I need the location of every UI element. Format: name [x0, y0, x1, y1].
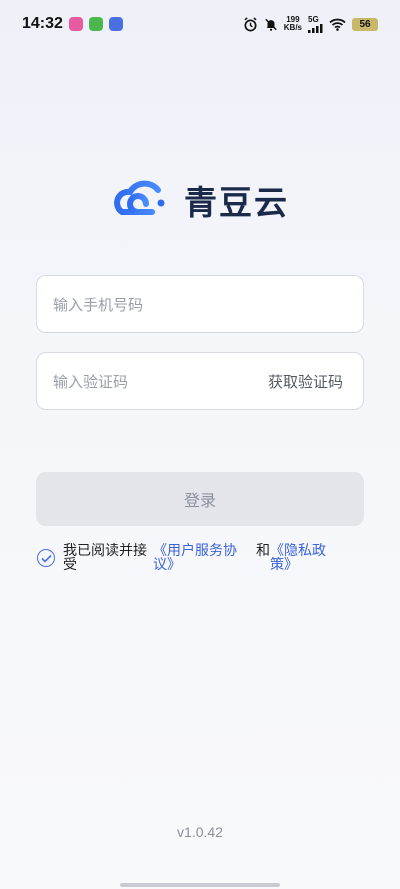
login-button[interactable]: 登录	[36, 472, 364, 526]
mute-bell-icon	[265, 18, 277, 31]
home-indicator[interactable]	[120, 883, 280, 887]
app-notification-icon	[108, 17, 123, 31]
network-speed: 199 KB/s	[284, 16, 302, 32]
agreement-checkbox[interactable]	[37, 549, 55, 567]
verification-code-placeholder: 输入验证码	[53, 372, 129, 391]
status-bar-left: 14:32	[22, 15, 123, 33]
agreement-and: 和	[256, 543, 270, 559]
signal-bars-icon	[308, 23, 323, 33]
app-name: 青豆云	[184, 183, 289, 222]
app-notification-icon	[68, 17, 83, 31]
privacy-policy-link-cont[interactable]: 策》	[270, 558, 298, 572]
get-code-button[interactable]: 获取验证码	[268, 371, 343, 392]
app-version: v1.0.42	[177, 824, 223, 840]
check-icon	[40, 554, 52, 563]
phone-number-field[interactable]: 输入手机号码	[36, 275, 364, 333]
cell-signal: 5G	[308, 14, 323, 33]
agreement-text-line1: 我已阅读并接	[63, 543, 147, 559]
wifi-icon	[329, 18, 346, 31]
cloud-logo-icon	[114, 180, 165, 215]
user-agreement-link-cont[interactable]: 议》	[153, 558, 181, 572]
battery-indicator: 56	[352, 17, 378, 31]
status-bar: 14:32 199 KB/s 5G 56	[0, 0, 400, 48]
privacy-policy-link[interactable]: 《隐私政	[270, 544, 326, 558]
user-agreement-link[interactable]: 《用户服务协	[153, 544, 237, 558]
verification-code-field[interactable]: 输入验证码 获取验证码	[36, 352, 364, 410]
app-notification-icon	[88, 17, 103, 31]
app-logo: 青豆云	[108, 172, 298, 228]
network-type: 5G	[308, 14, 319, 24]
network-speed-unit: KB/s	[283, 23, 302, 32]
status-bar-right: 199 KB/s 5G 56	[243, 14, 378, 33]
agreement-text-line2: 受	[63, 557, 77, 573]
phone-number-placeholder: 输入手机号码	[53, 295, 144, 314]
alarm-icon	[244, 16, 257, 31]
status-time: 14:32	[22, 15, 63, 32]
